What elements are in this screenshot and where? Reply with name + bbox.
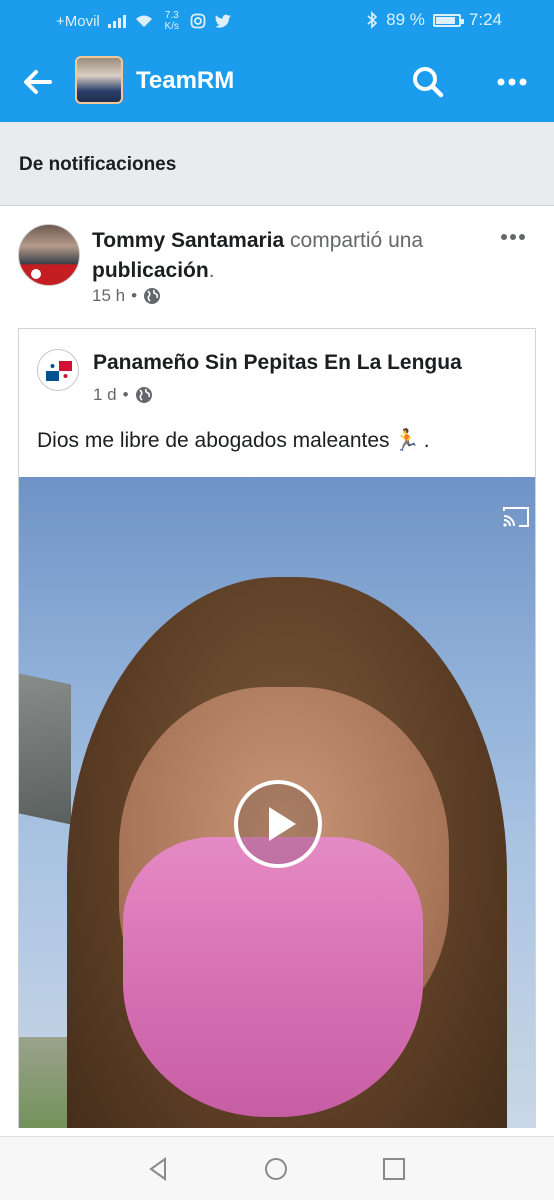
back-arrow-icon[interactable] bbox=[18, 62, 58, 102]
shared-meta: 1 d • bbox=[93, 385, 153, 405]
status-right: 89 % 7:24 bbox=[366, 10, 502, 30]
shared-text-body: Dios me libre de abogados maleantes bbox=[37, 429, 390, 452]
shared-post-text: Dios me libre de abogados maleantes 🏃. bbox=[37, 429, 430, 453]
video-background-bridge bbox=[19, 669, 71, 825]
author-avatar[interactable] bbox=[18, 224, 80, 286]
video-subject-mask bbox=[123, 837, 423, 1117]
group-avatar[interactable] bbox=[75, 56, 123, 104]
status-left: +Movil 7.3 K/s bbox=[56, 10, 232, 32]
post-action: compartió una bbox=[290, 229, 424, 252]
post-period: . bbox=[208, 259, 215, 282]
battery-percent: 89 % bbox=[386, 10, 425, 29]
post-header: Tommy Santamaria compartió una publicaci… bbox=[92, 226, 487, 286]
shared-page-name[interactable]: Panameño Sin Pepitas En La Lengua bbox=[93, 351, 462, 375]
net-speed-unit: K/s bbox=[164, 21, 179, 32]
post-author[interactable]: Tommy Santamaria bbox=[92, 229, 284, 252]
post: Tommy Santamaria compartió una publicaci… bbox=[0, 206, 554, 1136]
group-title[interactable]: TeamRM bbox=[136, 67, 234, 95]
system-nav-bar bbox=[0, 1136, 554, 1200]
status-bar: +Movil 7.3 K/s 89 % 7:24 bbox=[0, 0, 554, 40]
bluetooth-icon bbox=[367, 11, 378, 29]
shared-meta-separator: • bbox=[122, 385, 129, 404]
wifi-icon bbox=[135, 15, 152, 27]
nav-back-icon[interactable] bbox=[145, 1155, 173, 1183]
signal-icon bbox=[107, 14, 126, 28]
video-player[interactable] bbox=[19, 477, 535, 1128]
notifications-header-label: De notificaciones bbox=[19, 154, 177, 175]
avatar-badge bbox=[31, 269, 41, 279]
battery-icon bbox=[432, 13, 464, 27]
shared-post-card[interactable]: Panameño Sin Pepitas En La Lengua 1 d • … bbox=[18, 328, 536, 1128]
nav-home-icon[interactable] bbox=[262, 1155, 290, 1183]
clock: 7:24 bbox=[468, 10, 502, 29]
play-icon[interactable] bbox=[233, 779, 323, 869]
globe-icon bbox=[144, 288, 161, 304]
notifications-header: De notificaciones bbox=[0, 122, 554, 206]
instagram-icon bbox=[190, 13, 206, 29]
cast-icon[interactable] bbox=[501, 505, 531, 529]
page-avatar[interactable] bbox=[37, 349, 79, 391]
twitter-icon bbox=[214, 14, 231, 28]
net-speed: 7.3 K/s bbox=[162, 10, 182, 32]
app-bar: TeamRM bbox=[0, 40, 554, 122]
more-horizontal-icon[interactable] bbox=[492, 62, 532, 102]
search-icon[interactable] bbox=[408, 62, 448, 102]
net-speed-value: 7.3 bbox=[164, 10, 179, 21]
post-more-icon[interactable] bbox=[494, 222, 532, 252]
runner-emoji: 🏃 bbox=[393, 429, 420, 452]
post-time[interactable]: 15 h bbox=[92, 286, 125, 306]
shared-text-end: . bbox=[423, 429, 430, 452]
globe-icon bbox=[135, 387, 152, 403]
nav-recents-icon[interactable] bbox=[380, 1155, 408, 1183]
post-object-link[interactable]: publicación bbox=[92, 259, 209, 282]
post-meta-separator: • bbox=[131, 286, 138, 305]
panama-flag-icon bbox=[46, 361, 72, 381]
post-meta: 15 h • bbox=[92, 286, 161, 306]
shared-time[interactable]: 1 d bbox=[93, 385, 117, 405]
carrier-label: +Movil bbox=[56, 12, 100, 30]
